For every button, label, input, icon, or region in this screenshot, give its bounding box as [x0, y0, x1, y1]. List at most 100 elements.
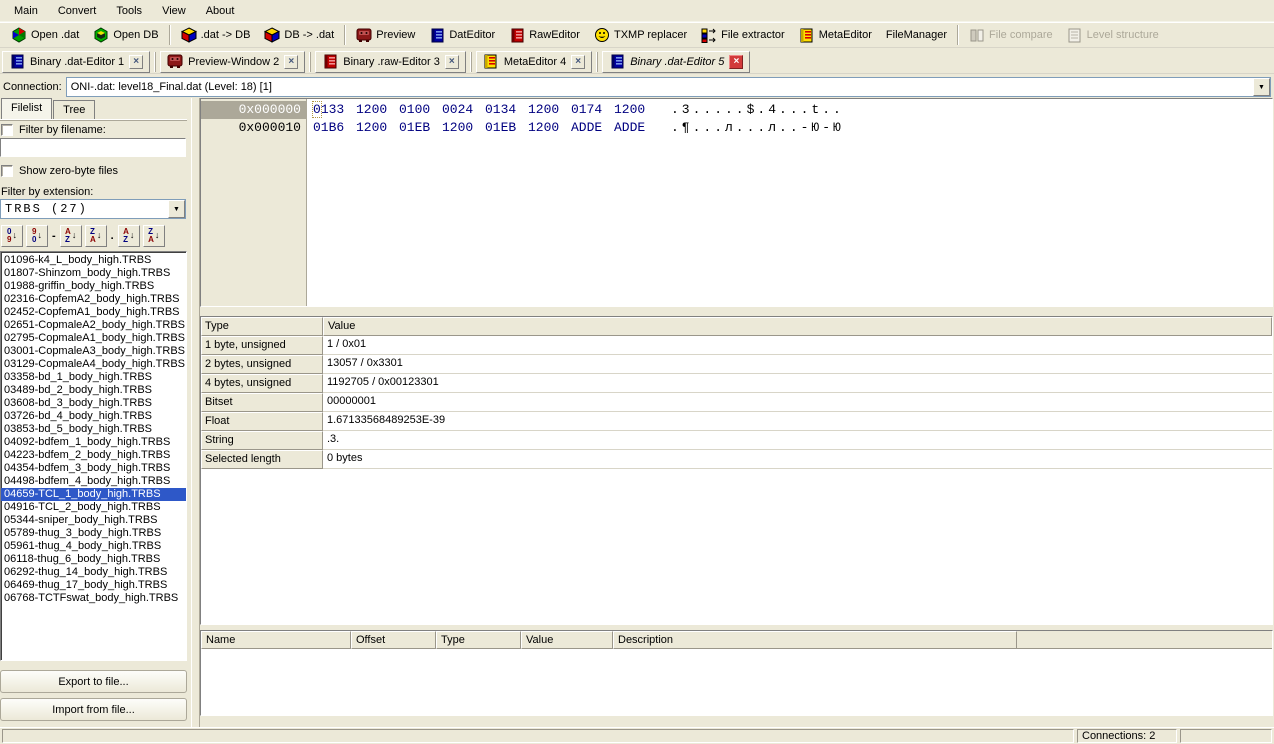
hex-byte-group: 1200	[614, 101, 648, 119]
file-list-item[interactable]: 03726-bd_4_body_high.TRBS	[1, 410, 186, 423]
file-list-item[interactable]: 02651-CopmaleA2_body_high.TRBS	[1, 319, 186, 332]
hex-row[interactable]: 0x00000001331200010000240134120001741200…	[201, 101, 1272, 119]
tab-binary-raw-editor-3[interactable]: Binary .raw-Editor 3×	[315, 51, 466, 73]
menu-item-about[interactable]: About	[196, 2, 245, 20]
connection-combobox[interactable]: ONI-.dat: level18_Final.dat (Level: 18) …	[66, 77, 1271, 97]
file-list-item[interactable]: 03358-bd_1_body_high.TRBS	[1, 371, 186, 384]
toolbar-separator	[169, 25, 171, 45]
menu-item-view[interactable]: View	[152, 2, 196, 20]
file-list-item[interactable]: 04498-bdfem_4_body_high.TRBS	[1, 475, 186, 488]
type-table-row[interactable]: 1 byte, unsigned1 / 0x01	[201, 336, 1272, 355]
tab-close-icon[interactable]: ×	[129, 55, 143, 69]
menu-item-convert[interactable]: Convert	[48, 2, 107, 20]
file-list-item[interactable]: 04659-TCL_1_body_high.TRBS	[1, 488, 186, 501]
sort-name-alpha-ascending-button[interactable]: AZ↓	[60, 225, 82, 247]
tab-metaeditor-4[interactable]: MetaEditor 4×	[476, 51, 592, 73]
file-list-item[interactable]: 06469-thug_17_body_high.TRBS	[1, 579, 186, 592]
type-table-row[interactable]: 4 bytes, unsigned1192705 / 0x00123301	[201, 374, 1272, 393]
tab-close-icon[interactable]: ×	[445, 55, 459, 69]
type-table-row[interactable]: String.3.	[201, 431, 1272, 450]
toolbar-button-metaeditor[interactable]: MetaEditor	[792, 23, 879, 47]
show-zero-byte-checkbox[interactable]	[1, 165, 13, 177]
horizontal-splitter[interactable]	[200, 307, 1273, 316]
sort-button-chars: AZ	[123, 228, 129, 244]
file-list-item[interactable]: 04092-bdfem_1_body_high.TRBS	[1, 436, 186, 449]
file-list-item[interactable]: 02795-CopmaleA1_body_high.TRBS	[1, 332, 186, 345]
type-table-row[interactable]: Float1.67133568489253E-39	[201, 412, 1272, 431]
menu-item-main[interactable]: Main	[4, 2, 48, 20]
filename-filter-input[interactable]	[0, 138, 186, 157]
hex-row[interactable]: 0x00001001B6120001EB120001EB1200ADDEADDE…	[201, 119, 1272, 137]
tab-close-icon[interactable]: ×	[571, 55, 585, 69]
toolbar-button-open-dat[interactable]: Open .dat	[4, 23, 86, 47]
value-cell: 1 / 0x01	[323, 336, 1272, 355]
menu-item-tools[interactable]: Tools	[106, 2, 152, 20]
file-list-item[interactable]: 06768-TCTFswat_body_high.TRBS	[1, 592, 186, 605]
file-list-item[interactable]: 05344-sniper_body_high.TRBS	[1, 514, 186, 527]
import-from-file-button[interactable]: Import from file...	[0, 698, 187, 721]
tab-close-icon[interactable]: ×	[729, 55, 743, 69]
toolbar-button-open-db[interactable]: Open DB	[86, 23, 165, 47]
file-list-item[interactable]: 05789-thug_3_body_high.TRBS	[1, 527, 186, 540]
extension-dropdown-button[interactable]: ▼	[168, 200, 185, 218]
value-column-header[interactable]: Value	[323, 317, 1272, 336]
toolbar-button-file-extractor[interactable]: File extractor	[694, 23, 792, 47]
sort-numeric-descending-button[interactable]: 90↓	[26, 225, 48, 247]
file-list-item[interactable]: 05961-thug_4_body_high.TRBS	[1, 540, 186, 553]
value-cell: 00000001	[323, 393, 1272, 412]
connection-dropdown-button[interactable]: ▼	[1253, 78, 1270, 96]
file-list-item[interactable]: 04354-bdfem_3_body_high.TRBS	[1, 462, 186, 475]
sort-name-alpha-descending-button[interactable]: ZA↓	[85, 225, 107, 247]
fields-column-header-offset[interactable]: Offset	[351, 631, 436, 649]
extension-combobox[interactable]: TRBS (27) ▼	[0, 199, 186, 219]
toolbar-button-preview[interactable]: Preview	[349, 23, 422, 47]
export-to-file-button[interactable]: Export to file...	[0, 670, 187, 693]
sidebar-splitter[interactable]	[191, 98, 200, 727]
filter-by-filename-checkbox[interactable]	[1, 124, 13, 136]
file-list-item[interactable]: 03853-bd_5_body_high.TRBS	[1, 423, 186, 436]
hex-byte-group: 0133	[313, 101, 347, 119]
connection-label: Connection:	[3, 81, 62, 93]
file-list-item[interactable]: 04223-bdfem_2_body_high.TRBS	[1, 449, 186, 462]
sort-numeric-ascending-button[interactable]: 09↓	[1, 225, 23, 247]
toolbar-button-raweditor[interactable]: RawEditor	[502, 23, 587, 47]
tab-close-icon[interactable]: ×	[284, 55, 298, 69]
file-list-item[interactable]: 03489-bd_2_body_high.TRBS	[1, 384, 186, 397]
fields-column-header-description[interactable]: Description	[613, 631, 1017, 649]
tab-binary-dat-editor-1[interactable]: Binary .dat-Editor 1×	[2, 51, 150, 73]
file-list-item[interactable]: 02316-CopfemA2_body_high.TRBS	[1, 293, 186, 306]
file-list[interactable]: 01096-k4_L_body_high.TRBS01807-Shinzom_b…	[0, 251, 187, 661]
fields-column-header-type[interactable]: Type	[436, 631, 521, 649]
type-table-row[interactable]: 2 bytes, unsigned13057 / 0x3301	[201, 355, 1272, 374]
file-list-item[interactable]: 06292-thug_14_body_high.TRBS	[1, 566, 186, 579]
type-table-row[interactable]: Bitset00000001	[201, 393, 1272, 412]
fields-column-header-name[interactable]: Name	[201, 631, 351, 649]
file-list-item[interactable]: 06118-thug_6_body_high.TRBS	[1, 553, 186, 566]
tab-binary-dat-editor-5[interactable]: Binary .dat-Editor 5×	[602, 51, 750, 73]
file-list-item[interactable]: 03001-CopmaleA3_body_high.TRBS	[1, 345, 186, 358]
type-table-row[interactable]: Selected length0 bytes	[201, 450, 1272, 469]
file-list-item[interactable]: 01096-k4_L_body_high.TRBS	[1, 254, 186, 267]
toolbar-button-label: RawEditor	[529, 29, 580, 41]
toolbar-button-db-dat[interactable]: DB -> .dat	[257, 23, 341, 47]
file-list-item[interactable]: 03608-bd_3_body_high.TRBS	[1, 397, 186, 410]
toolbar-button-dateditor[interactable]: DatEditor	[422, 23, 502, 47]
sort-ext-alpha-ascending-button[interactable]: AZ↓	[118, 225, 140, 247]
type-column-header[interactable]: Type	[201, 317, 323, 336]
sidebar-tab-tree[interactable]: Tree	[53, 100, 95, 119]
sidebar-tab-filelist[interactable]: Filelist	[1, 98, 52, 119]
hex-editor-panel[interactable]: 0x00000001331200010000240134120001741200…	[200, 98, 1273, 307]
file-list-item[interactable]: 01807-Shinzom_body_high.TRBS	[1, 267, 186, 280]
tab-preview-window-2[interactable]: Preview-Window 2×	[160, 51, 305, 73]
sort-ext-alpha-descending-button[interactable]: ZA↓	[143, 225, 165, 247]
toolbar-button-txmp-replacer[interactable]: TXMP replacer	[587, 23, 694, 47]
file-list-item[interactable]: 04916-TCL_2_body_high.TRBS	[1, 501, 186, 514]
yellow-book-icon	[799, 27, 815, 43]
toolbar-button-dat-db[interactable]: .dat -> DB	[174, 23, 258, 47]
file-list-item[interactable]: 01988-griffin_body_high.TRBS	[1, 280, 186, 293]
file-list-item[interactable]: 02452-CopfemA1_body_high.TRBS	[1, 306, 186, 319]
file-list-item[interactable]: 03129-CopmaleA4_body_high.TRBS	[1, 358, 186, 371]
fields-column-header-value[interactable]: Value	[521, 631, 613, 649]
status-connections: Connections: 2	[1077, 729, 1177, 743]
toolbar-button-filemanager[interactable]: FileManager	[879, 23, 954, 47]
